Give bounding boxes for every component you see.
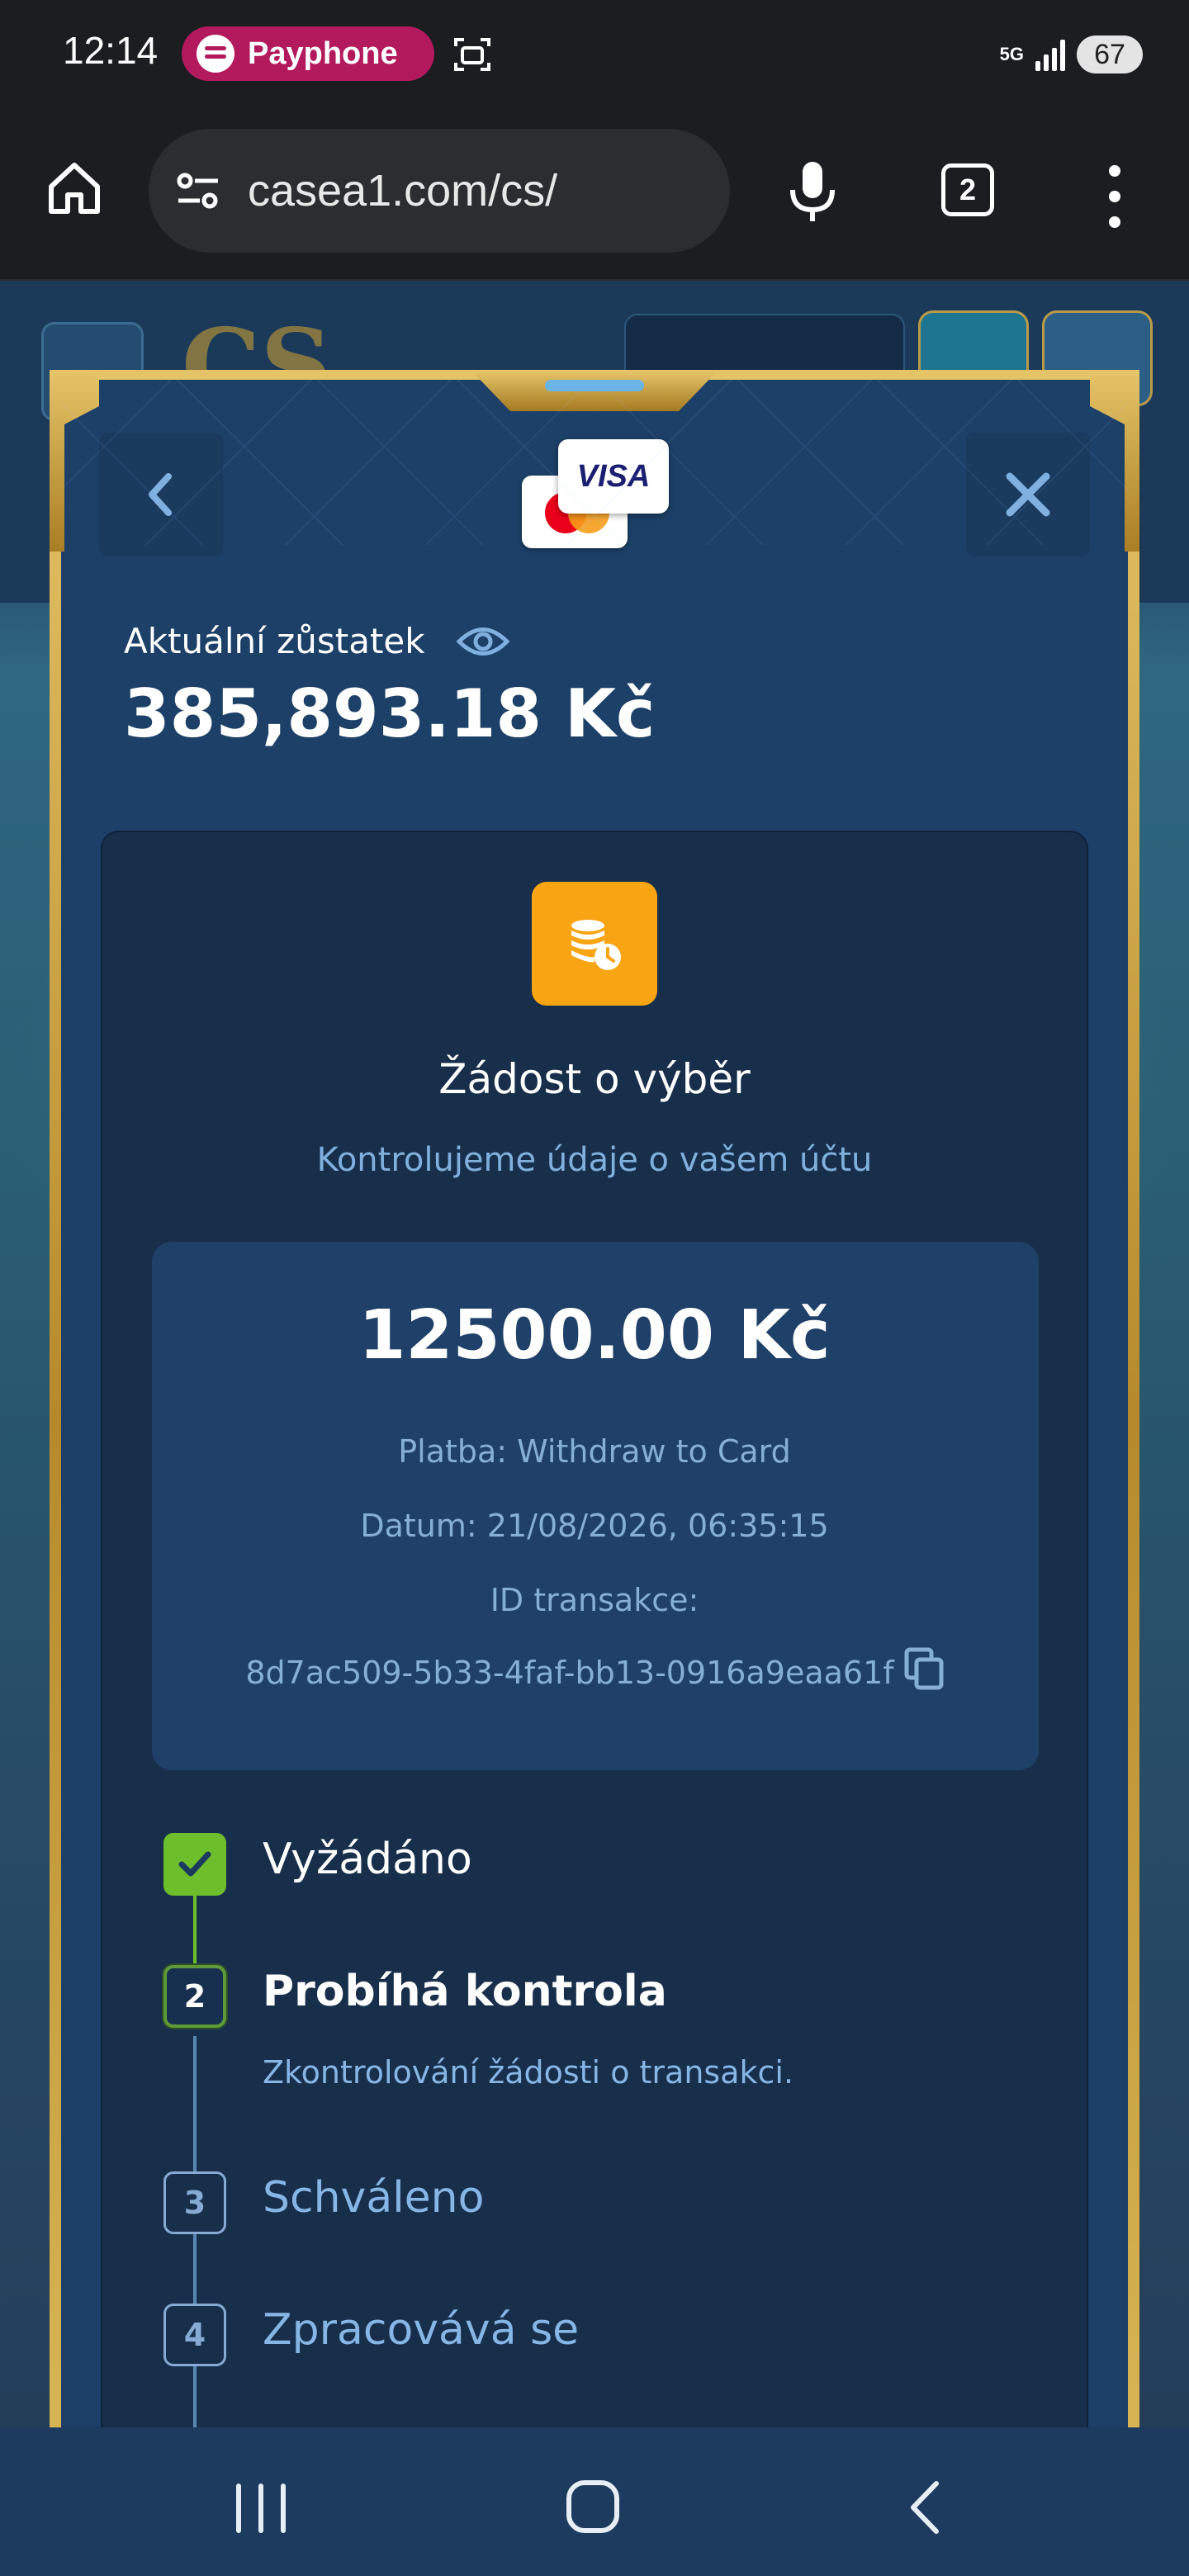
mic-icon[interactable] xyxy=(783,159,842,225)
check-icon xyxy=(178,1851,211,1877)
home-button[interactable] xyxy=(566,2480,619,2533)
step-2-badge: 2 xyxy=(163,1965,226,2028)
transaction-id: 8d7ac509-5b33-4faf-bb13-0916a9eaa61f xyxy=(245,1655,894,1691)
modal-pattern xyxy=(61,380,1128,545)
copy-icon[interactable] xyxy=(903,1646,946,1693)
more-vert-icon[interactable] xyxy=(1098,163,1131,230)
transaction-date: Datum: 21/08/2026, 06:35:15 xyxy=(360,1508,829,1544)
balance-label: Aktuální zůstatek xyxy=(124,621,425,661)
screenshot-icon xyxy=(454,38,490,71)
step-1-label: Vyžádáno xyxy=(263,1835,472,1884)
withdraw-amount: 12500.00 Kč xyxy=(358,1296,831,1375)
back-nav-icon[interactable] xyxy=(907,2479,943,2536)
spotify-pill-label: Payphone xyxy=(248,36,398,71)
tune-icon[interactable] xyxy=(173,166,223,215)
status-right: 5G 67 xyxy=(1000,31,1143,78)
step-1-badge xyxy=(163,1833,226,1896)
step-3-badge: 3 xyxy=(163,2171,226,2234)
transaction-id-label: ID transakce: xyxy=(490,1582,699,1618)
recent-apps-button[interactable] xyxy=(236,2484,286,2533)
step-4-label: Zpracovává se xyxy=(263,2305,580,2355)
step-2-label: Probíhá kontrola xyxy=(263,1967,667,2016)
network-label: 5G xyxy=(999,44,1024,64)
status-time: 12:14 xyxy=(63,29,159,72)
browser-toolbar: casea1.com/cs/ 2 xyxy=(0,116,1189,281)
address-bar[interactable]: casea1.com/cs/ xyxy=(149,129,730,253)
spotify-icon xyxy=(197,35,234,73)
step-connector-pending xyxy=(193,2036,197,2432)
balance-value: 385,893.18 Kč xyxy=(124,675,656,752)
step-connector-done xyxy=(193,1896,197,1975)
battery-indicator: 67 xyxy=(1077,36,1143,73)
step-4-badge: 4 xyxy=(163,2304,226,2366)
coins-clock-icon xyxy=(532,882,657,1006)
payment-method: Platba: Withdraw to Card xyxy=(398,1433,791,1470)
request-title: Žádost o výběr xyxy=(438,1055,751,1103)
signal-icon xyxy=(1035,38,1065,71)
spotify-pill[interactable]: Payphone xyxy=(182,26,434,81)
home-icon[interactable] xyxy=(45,159,104,218)
step-2-description: Zkontrolování žádosti o transakci. xyxy=(263,2054,794,2091)
coin-stack-glyph xyxy=(571,920,621,970)
screen: 12:14 Payphone 5G 67 casea1.com/cs/ 2 CS… xyxy=(0,0,1189,2576)
status-bar: 12:14 Payphone 5G 67 xyxy=(0,0,1189,116)
tab-switcher-button[interactable]: 2 xyxy=(941,163,994,216)
eye-icon[interactable] xyxy=(456,621,510,662)
step-3-label: Schváleno xyxy=(263,2173,485,2223)
request-subtitle: Kontrolujeme údaje o vašem účtu xyxy=(316,1141,873,1179)
url-text: casea1.com/cs/ xyxy=(248,166,558,215)
